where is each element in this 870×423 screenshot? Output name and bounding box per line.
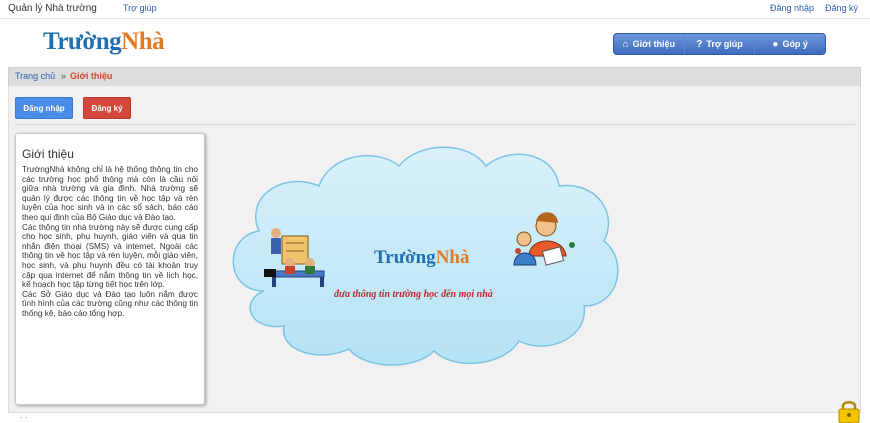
logo-part-2: Nhà: [121, 28, 165, 55]
main-nav: ⌂ Giới thiệu ? Trợ giúp ● Góp ý: [613, 33, 826, 55]
banner-brand: TrườngNhà: [374, 247, 470, 268]
lock-icon[interactable]: [836, 399, 862, 423]
logo-part-1: Trường: [43, 28, 122, 55]
chat-bubble-icon: ●: [772, 38, 779, 50]
nav-feedback-label: Góp ý: [782, 39, 808, 49]
banner-brand-part-1: Trường: [374, 247, 436, 268]
nav-help-button[interactable]: ? Trợ giúp: [685, 34, 756, 54]
main-content: Đăng nhập Đăng ký Giới thiệu TrườngNhà k…: [8, 86, 861, 413]
divider: [15, 124, 855, 125]
nav-intro-label: Giới thiệu: [632, 39, 676, 49]
intro-paragraph-2: Các thông tin nhà trường này sẽ được cun…: [22, 222, 198, 290]
banner-slogan: đưa thông tin trường học đến mọi nhà: [334, 289, 493, 300]
question-icon: ?: [696, 38, 703, 50]
intro-panel: Giới thiệu TrườngNhà không chỉ là hệ thố…: [15, 133, 205, 405]
intro-title: Giới thiệu: [22, 147, 74, 161]
banner-brand-part-2: Nhà: [436, 247, 470, 268]
register-button[interactable]: Đăng ký: [83, 97, 131, 119]
intro-paragraph-1: TrườngNhà không chỉ là hệ thống thông ti…: [22, 165, 198, 222]
login-link[interactable]: Đăng nhập: [770, 3, 814, 13]
breadcrumb-separator: »: [61, 71, 67, 81]
nav-feedback-button[interactable]: ● Góp ý: [755, 34, 825, 54]
login-button[interactable]: Đăng nhập: [15, 97, 73, 119]
nav-intro-button[interactable]: ⌂ Giới thiệu: [614, 34, 685, 54]
app-title: Quản lý Nhà trường: [8, 3, 97, 14]
intro-paragraph-3: Các Sở Giáo dục và Đào tạo luôn nắm được…: [22, 289, 198, 318]
breadcrumb-home-link[interactable]: Trang chủ: [15, 71, 55, 81]
logo[interactable]: TrườngNhà: [43, 28, 165, 56]
intro-body: TrườngNhà không chỉ là hệ thống thông ti…: [22, 165, 198, 319]
footer-dots: · ·: [20, 413, 28, 422]
top-bar: Quản lý Nhà trường Trợ giúp Đăng nhập Đă…: [0, 0, 870, 19]
banner-cloud: TrườngNhà đưa thông tin trường học đến m…: [232, 146, 619, 366]
breadcrumb: Trang chủ » Giới thiệu: [8, 67, 861, 87]
breadcrumb-current: Giới thiệu: [70, 71, 113, 81]
nav-help-label: Trợ giúp: [706, 39, 743, 49]
help-link[interactable]: Trợ giúp: [123, 3, 157, 13]
register-link[interactable]: Đăng ký: [825, 3, 858, 13]
home-icon: ⌂: [622, 38, 629, 50]
